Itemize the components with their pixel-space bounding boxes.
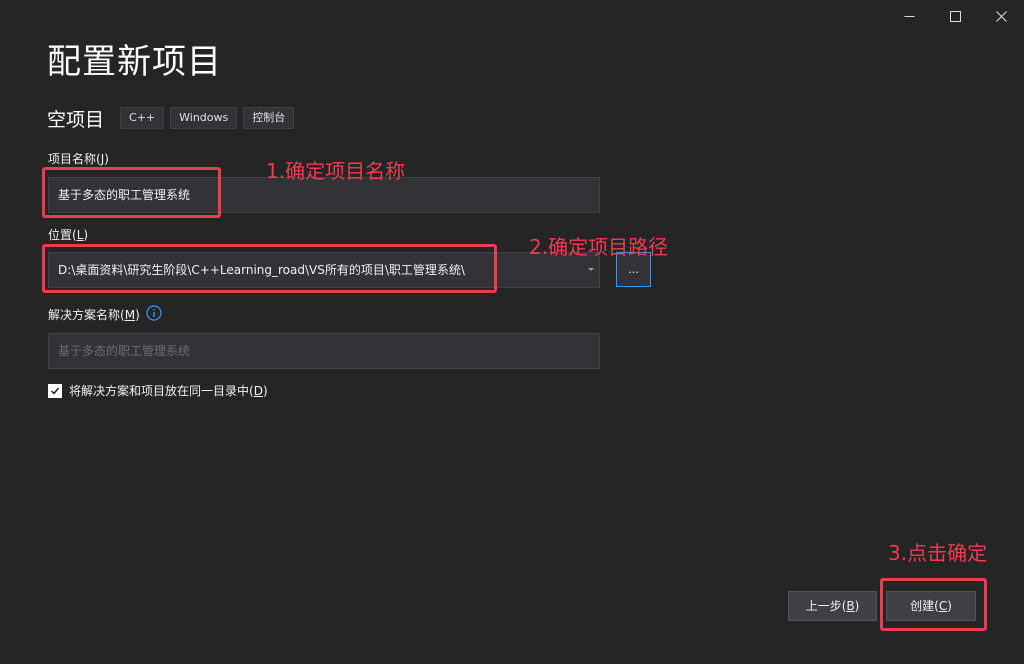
solution-name-label: 解决方案名称(M)	[48, 308, 140, 322]
create-button[interactable]: 创建(C)	[886, 591, 976, 621]
same-directory-checkbox[interactable]	[48, 383, 62, 398]
location-value: D:\桌面资料\研究生阶段\C++Learning_road\VS所有的项目\职…	[58, 263, 465, 277]
close-button[interactable]	[978, 0, 1024, 32]
project-name-label: 项目名称(J)	[48, 152, 109, 166]
dropdown-arrow-icon[interactable]	[588, 268, 594, 271]
minimize-button[interactable]	[886, 0, 932, 32]
maximize-icon	[949, 10, 961, 22]
close-icon	[995, 10, 1007, 22]
window-controls	[886, 0, 1024, 32]
back-button[interactable]: 上一步(B)	[788, 591, 877, 621]
same-directory-option[interactable]: 将解决方案和项目放在同一目录中(D)	[48, 382, 268, 399]
tag-project-type: 控制台	[243, 107, 295, 129]
template-info: 空项目 C++ Windows 控制台	[47, 104, 300, 132]
info-icon[interactable]	[146, 305, 162, 321]
tag-platform: Windows	[170, 107, 238, 129]
tag-language: C++	[120, 107, 165, 129]
location-label: 位置(L)	[48, 228, 89, 242]
annotation-step3: 3.点击确定	[888, 541, 988, 565]
location-combobox[interactable]: D:\桌面资料\研究生阶段\C++Learning_road\VS所有的项目\职…	[48, 252, 600, 288]
same-directory-label: 将解决方案和项目放在同一目录中(D)	[69, 384, 268, 398]
maximize-button[interactable]	[932, 0, 978, 32]
project-name-input[interactable]: 基于多态的职工管理系统	[48, 177, 600, 213]
template-name: 空项目	[47, 108, 105, 131]
minimize-icon	[904, 15, 914, 17]
browse-button[interactable]: ...	[616, 252, 651, 287]
checkmark-icon	[50, 387, 60, 395]
configure-project-dialog: 配置新项目 空项目 C++ Windows 控制台 项目名称(J) 基于多态的职…	[0, 0, 1024, 664]
page-title: 配置新项目	[47, 42, 222, 82]
solution-name-input[interactable]: 基于多态的职工管理系统	[48, 333, 600, 369]
